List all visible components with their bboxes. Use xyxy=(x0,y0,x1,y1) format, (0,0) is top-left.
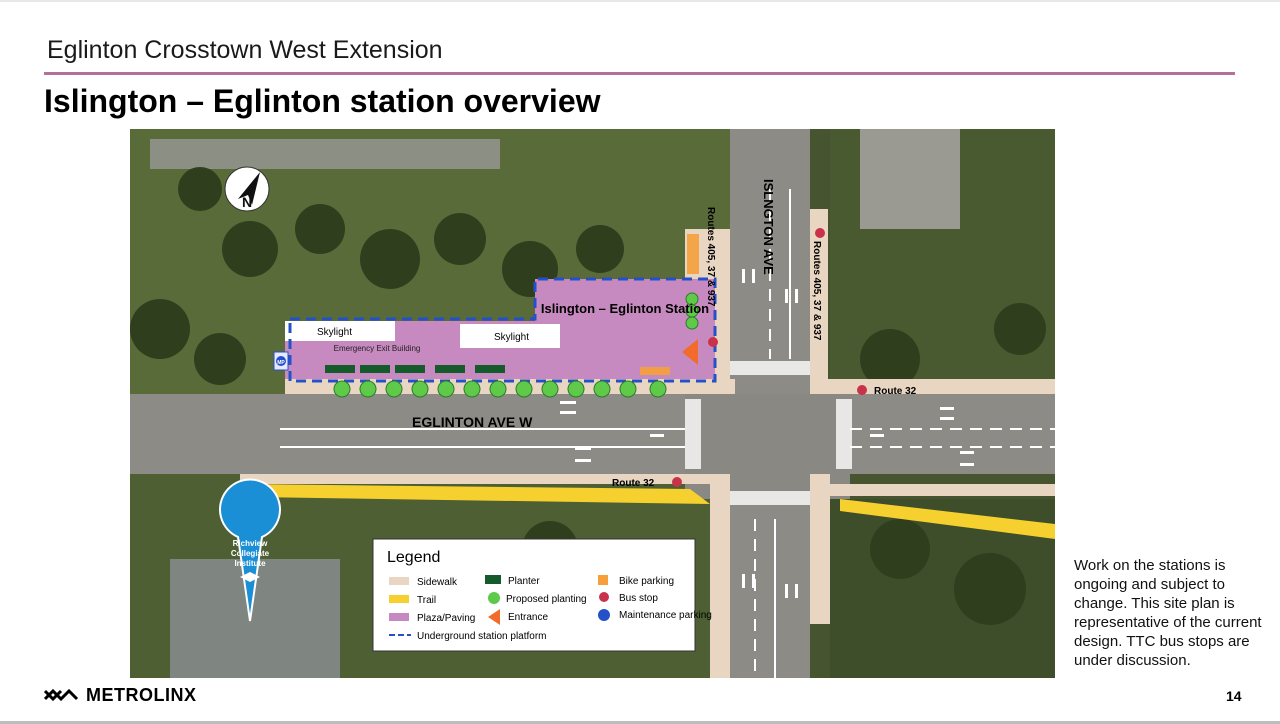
slide-title: Islington – Eglinton station overview xyxy=(44,83,601,119)
legend-swatch-planting xyxy=(488,592,500,604)
legend-plaza: Plaza/Paving xyxy=(417,613,475,624)
skylight-2-label: Skylight xyxy=(494,332,529,343)
legend: Legend Sidewalk Trail Plaza/Paving Under… xyxy=(372,538,712,652)
legend-swatch-planter xyxy=(485,575,501,584)
school-label-1: Richview xyxy=(233,539,268,548)
station-label: Islington – Eglinton Station xyxy=(541,301,709,316)
site-plan-map: N Islington – Eglinton Station Skylight … xyxy=(130,129,1055,678)
legend-swatch-sidewalk xyxy=(389,577,409,585)
school-label-3: Institute xyxy=(234,559,266,568)
eglinton-street-label: EGLINTON AVE W xyxy=(412,414,533,430)
title-rule xyxy=(44,72,1235,75)
routes-east-label: Routes 405, 37 & 937 xyxy=(811,241,822,341)
compass-letter: N xyxy=(242,194,252,210)
northeast-building xyxy=(860,129,960,229)
legend-entrance: Entrance xyxy=(508,612,548,623)
legend-trail: Trail xyxy=(417,595,436,606)
legend-swatch-trail xyxy=(389,595,409,603)
skylight-1-label: Skylight xyxy=(317,327,352,338)
legend-swatch-bus xyxy=(599,592,609,602)
legend-bus: Bus stop xyxy=(619,593,658,604)
eglinton-road xyxy=(130,394,1055,474)
page-number: 14 xyxy=(1226,688,1242,704)
routes-west-label: Routes 405, 37 & 937 xyxy=(705,207,716,307)
islington-street-label: ISLNGTON AVE xyxy=(761,179,776,275)
maintenance-badge-text: MP xyxy=(277,360,285,366)
legend-sidewalk: Sidewalk xyxy=(417,577,458,588)
legend-planter: Planter xyxy=(508,576,540,587)
legend-title: Legend xyxy=(387,549,440,566)
metrolinx-mark-icon xyxy=(44,688,79,702)
legend-planting: Proposed planting xyxy=(506,594,587,605)
school-label-2: Collegiate xyxy=(231,549,270,558)
metrolinx-wordmark: METROLINX xyxy=(86,684,197,705)
legend-swatch-maintenance xyxy=(598,609,610,621)
planters xyxy=(325,365,505,373)
legend-swatch-bike xyxy=(598,575,608,585)
emergency-exit-label: Emergency Exit Building xyxy=(334,344,421,353)
top-border xyxy=(0,0,1280,2)
metrolinx-logo: METROLINX xyxy=(44,683,197,707)
legend-bike: Bike parking xyxy=(619,576,674,587)
route32-north-label: Route 32 xyxy=(874,386,917,397)
legend-swatch-plaza xyxy=(389,613,409,621)
legend-maintenance: Maintenance parking xyxy=(619,610,712,621)
section-title: Eglinton Crosstown West Extension xyxy=(47,36,443,64)
route32-south-label: Route 32 xyxy=(612,478,655,489)
parking-lot xyxy=(150,139,500,169)
legend-platform: Underground station platform xyxy=(417,631,547,642)
site-plan-note: Work on the stations is ongoing and subj… xyxy=(1074,557,1262,669)
